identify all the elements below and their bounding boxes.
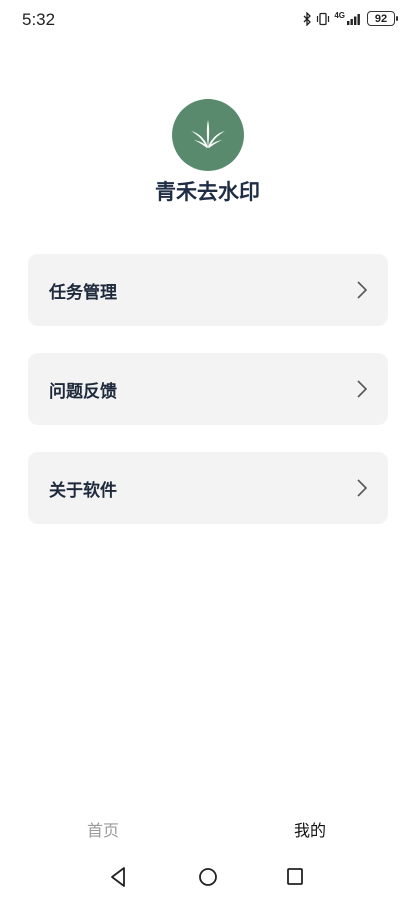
back-triangle-icon[interactable] [109, 866, 127, 888]
menu-item-task-management[interactable]: 任务管理 [28, 254, 388, 326]
battery-icon: 92 [367, 11, 398, 26]
vibrate-icon [316, 12, 330, 26]
menu-item-label: 问题反馈 [49, 381, 117, 402]
battery-level: 92 [374, 12, 388, 25]
network-type: 4G [334, 11, 345, 20]
chevron-right-icon [356, 280, 368, 300]
recents-square-icon[interactable] [286, 866, 304, 888]
grass-icon [191, 120, 225, 148]
app-name: 青禾去水印 [155, 180, 260, 204]
screen: 5:32 4G 92 青禾去水印 任务管理 问题反馈 关于软件 首页 我的 [0, 0, 415, 900]
status-time: 5:32 [22, 10, 56, 29]
chevron-right-icon [356, 478, 368, 498]
tab-home[interactable]: 首页 [87, 817, 119, 841]
menu-item-feedback[interactable]: 问题反馈 [28, 353, 388, 425]
status-icons: 4G 92 [303, 11, 398, 26]
bluetooth-icon [303, 11, 312, 26]
chevron-right-icon [356, 379, 368, 399]
signal-icon [347, 12, 363, 25]
status-bar: 5:32 4G 92 [0, 0, 415, 40]
menu-item-label: 关于软件 [49, 480, 117, 501]
menu-item-about[interactable]: 关于软件 [28, 452, 388, 524]
tab-mine[interactable]: 我的 [294, 817, 326, 841]
home-circle-icon[interactable] [198, 866, 218, 888]
app-logo [172, 99, 244, 171]
menu-item-label: 任务管理 [49, 282, 117, 303]
